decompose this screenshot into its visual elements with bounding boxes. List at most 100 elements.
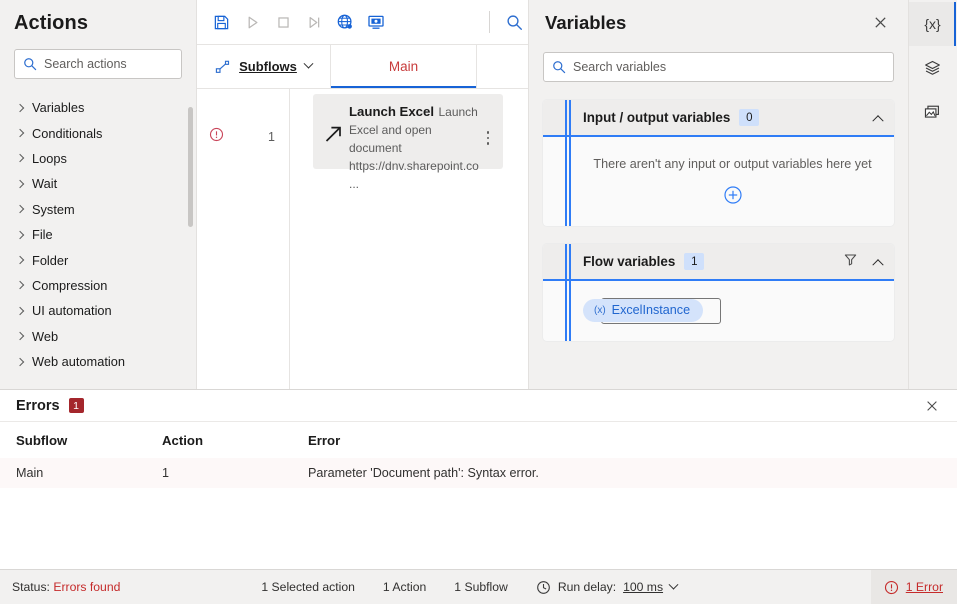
actions-group-list: Variables Conditionals Loops Wait System xyxy=(0,95,196,374)
chevron-down-icon[interactable] xyxy=(668,579,679,590)
search-icon xyxy=(553,61,566,74)
actions-count: 1 Action xyxy=(382,580,427,594)
top-region: Actions Search actions Variables Conditi… xyxy=(0,0,957,389)
chevron-right-icon xyxy=(15,230,25,239)
filter-variables-button[interactable] xyxy=(843,252,858,272)
actions-list-fade xyxy=(0,375,196,389)
actions-group-label: Loops xyxy=(32,150,67,166)
variables-icon: {x} xyxy=(924,16,941,32)
web-recorder-icon xyxy=(337,14,352,29)
variable-row: (x) ExcelInstance xyxy=(583,295,882,325)
status-bar: Status: Errors found 1 Selected action 1… xyxy=(0,569,957,604)
run-icon xyxy=(248,16,258,28)
flow-tabs: Subflows Main xyxy=(197,45,528,89)
section-title: Input / output variables xyxy=(583,110,731,125)
action-card-text: Launch Excel Launch Excel and open docum… xyxy=(347,103,481,193)
action-card-launch-excel[interactable]: Launch Excel Launch Excel and open docum… xyxy=(313,94,503,191)
actions-group-folder[interactable]: Folder xyxy=(0,247,196,272)
actions-group-file[interactable]: File xyxy=(0,222,196,247)
actions-list-scrollbar[interactable] xyxy=(188,107,193,227)
variable-type-icon: (x) xyxy=(594,304,606,316)
close-errors-panel-button[interactable] xyxy=(919,393,945,419)
tab-main-label: Main xyxy=(388,59,419,74)
chevron-down-icon xyxy=(303,58,314,69)
actions-group-variables[interactable]: Variables xyxy=(0,95,196,120)
search-actions-input[interactable]: Search actions xyxy=(14,49,182,79)
chevron-right-icon xyxy=(15,281,25,290)
actions-panel: Actions Search actions Variables Conditi… xyxy=(0,0,196,389)
chevron-up-icon[interactable] xyxy=(872,258,884,270)
power-automate-desktop-window: Actions Search actions Variables Conditi… xyxy=(0,0,957,604)
search-icon xyxy=(24,58,37,71)
subflows-icon xyxy=(215,60,230,73)
error-count-label: 1 Error xyxy=(905,580,943,594)
search-variables-input[interactable]: Search variables xyxy=(543,52,894,82)
error-icon xyxy=(884,580,898,594)
empty-state-message: There aren't any input or output variabl… xyxy=(593,157,872,171)
close-variables-panel-button[interactable] xyxy=(866,9,894,37)
actions-group-system[interactable]: System xyxy=(0,197,196,222)
errors-table-header: Subflow Action Error xyxy=(0,422,957,458)
chevron-right-icon xyxy=(15,179,25,189)
search-flow-button[interactable] xyxy=(501,7,528,37)
section-input-output-variables: Input / output variables 0 There aren't … xyxy=(543,100,894,226)
plus-circle-icon xyxy=(723,186,742,204)
actions-group-ui-automation[interactable]: UI automation xyxy=(0,298,196,323)
actions-group-web-automation[interactable]: Web automation xyxy=(0,349,196,374)
chevron-up-icon[interactable] xyxy=(872,114,884,126)
filter-icon xyxy=(844,253,857,265)
drag-indicator-lines xyxy=(565,244,572,341)
section-input-output-header[interactable]: Input / output variables 0 xyxy=(543,100,894,137)
desktop-recorder-button[interactable] xyxy=(362,7,389,37)
actions-group-label: Conditionals xyxy=(32,125,103,141)
right-rail: {x} xyxy=(908,0,956,389)
actions-group-label: System xyxy=(32,201,75,217)
table-row[interactable]: Main 1 Parameter 'Document path': Syntax… xyxy=(0,458,957,488)
actions-group-compression[interactable]: Compression xyxy=(0,273,196,298)
variable-name: ExcelInstance xyxy=(611,303,691,317)
errors-count-badge: 1 xyxy=(68,398,84,413)
variables-panel-header: Variables xyxy=(529,0,908,45)
stop-button[interactable] xyxy=(270,7,297,37)
variable-item-excelinstance[interactable]: (x) ExcelInstance xyxy=(583,298,704,322)
rail-ui-elements-button[interactable] xyxy=(909,46,956,90)
status-indicator: Status: Errors found xyxy=(0,580,120,594)
chevron-right-icon xyxy=(15,331,25,341)
add-variable-row xyxy=(583,185,882,210)
rail-images-button[interactable] xyxy=(909,90,956,134)
run-delay-value[interactable]: 100 ms xyxy=(623,580,663,594)
actions-group-wait[interactable]: Wait xyxy=(0,171,196,196)
section-flow-variables-body: (x) ExcelInstance xyxy=(543,281,894,341)
drag-indicator-lines xyxy=(565,100,572,226)
rail-variables-button[interactable]: {x} xyxy=(909,2,956,46)
add-variable-button[interactable] xyxy=(723,185,743,210)
flow-designer-column: Subflows Main 1 Launch Excel Launch Exce… xyxy=(196,0,528,389)
actions-group-web[interactable]: Web xyxy=(0,324,196,349)
errors-panel-title: Errors xyxy=(16,397,60,414)
section-title: Flow variables xyxy=(583,254,676,269)
status-label: Status: xyxy=(12,580,50,594)
web-recorder-button[interactable] xyxy=(332,7,359,37)
flow-canvas: 1 Launch Excel Launch Excel and open doc… xyxy=(197,89,528,389)
subflows-dropdown[interactable]: Subflows xyxy=(197,45,331,88)
section-flow-variables-header[interactable]: Flow variables 1 xyxy=(543,244,894,281)
more-dot xyxy=(486,142,490,145)
tab-main[interactable]: Main xyxy=(331,45,477,88)
save-button[interactable] xyxy=(208,7,235,37)
status-value: Errors found xyxy=(53,580,121,594)
close-icon xyxy=(874,17,886,28)
run-next-action-icon xyxy=(309,16,319,28)
error-count-indicator[interactable]: 1 Error xyxy=(870,569,957,604)
actions-group-conditionals[interactable]: Conditionals xyxy=(0,120,196,145)
actions-group-label: Wait xyxy=(32,176,58,192)
actions-group-loops[interactable]: Loops xyxy=(0,146,196,171)
search-actions-placeholder: Search actions xyxy=(44,57,127,71)
action-card-more-menu[interactable] xyxy=(481,103,495,145)
layers-icon xyxy=(925,60,940,75)
run-button[interactable] xyxy=(239,7,266,37)
run-delay-control[interactable]: Run delay: 100 ms xyxy=(536,579,679,595)
column-header-error: Error xyxy=(308,432,341,448)
chevron-right-icon xyxy=(15,255,25,265)
run-next-action-button[interactable] xyxy=(301,7,328,37)
run-delay-label: Run delay: xyxy=(557,580,617,594)
